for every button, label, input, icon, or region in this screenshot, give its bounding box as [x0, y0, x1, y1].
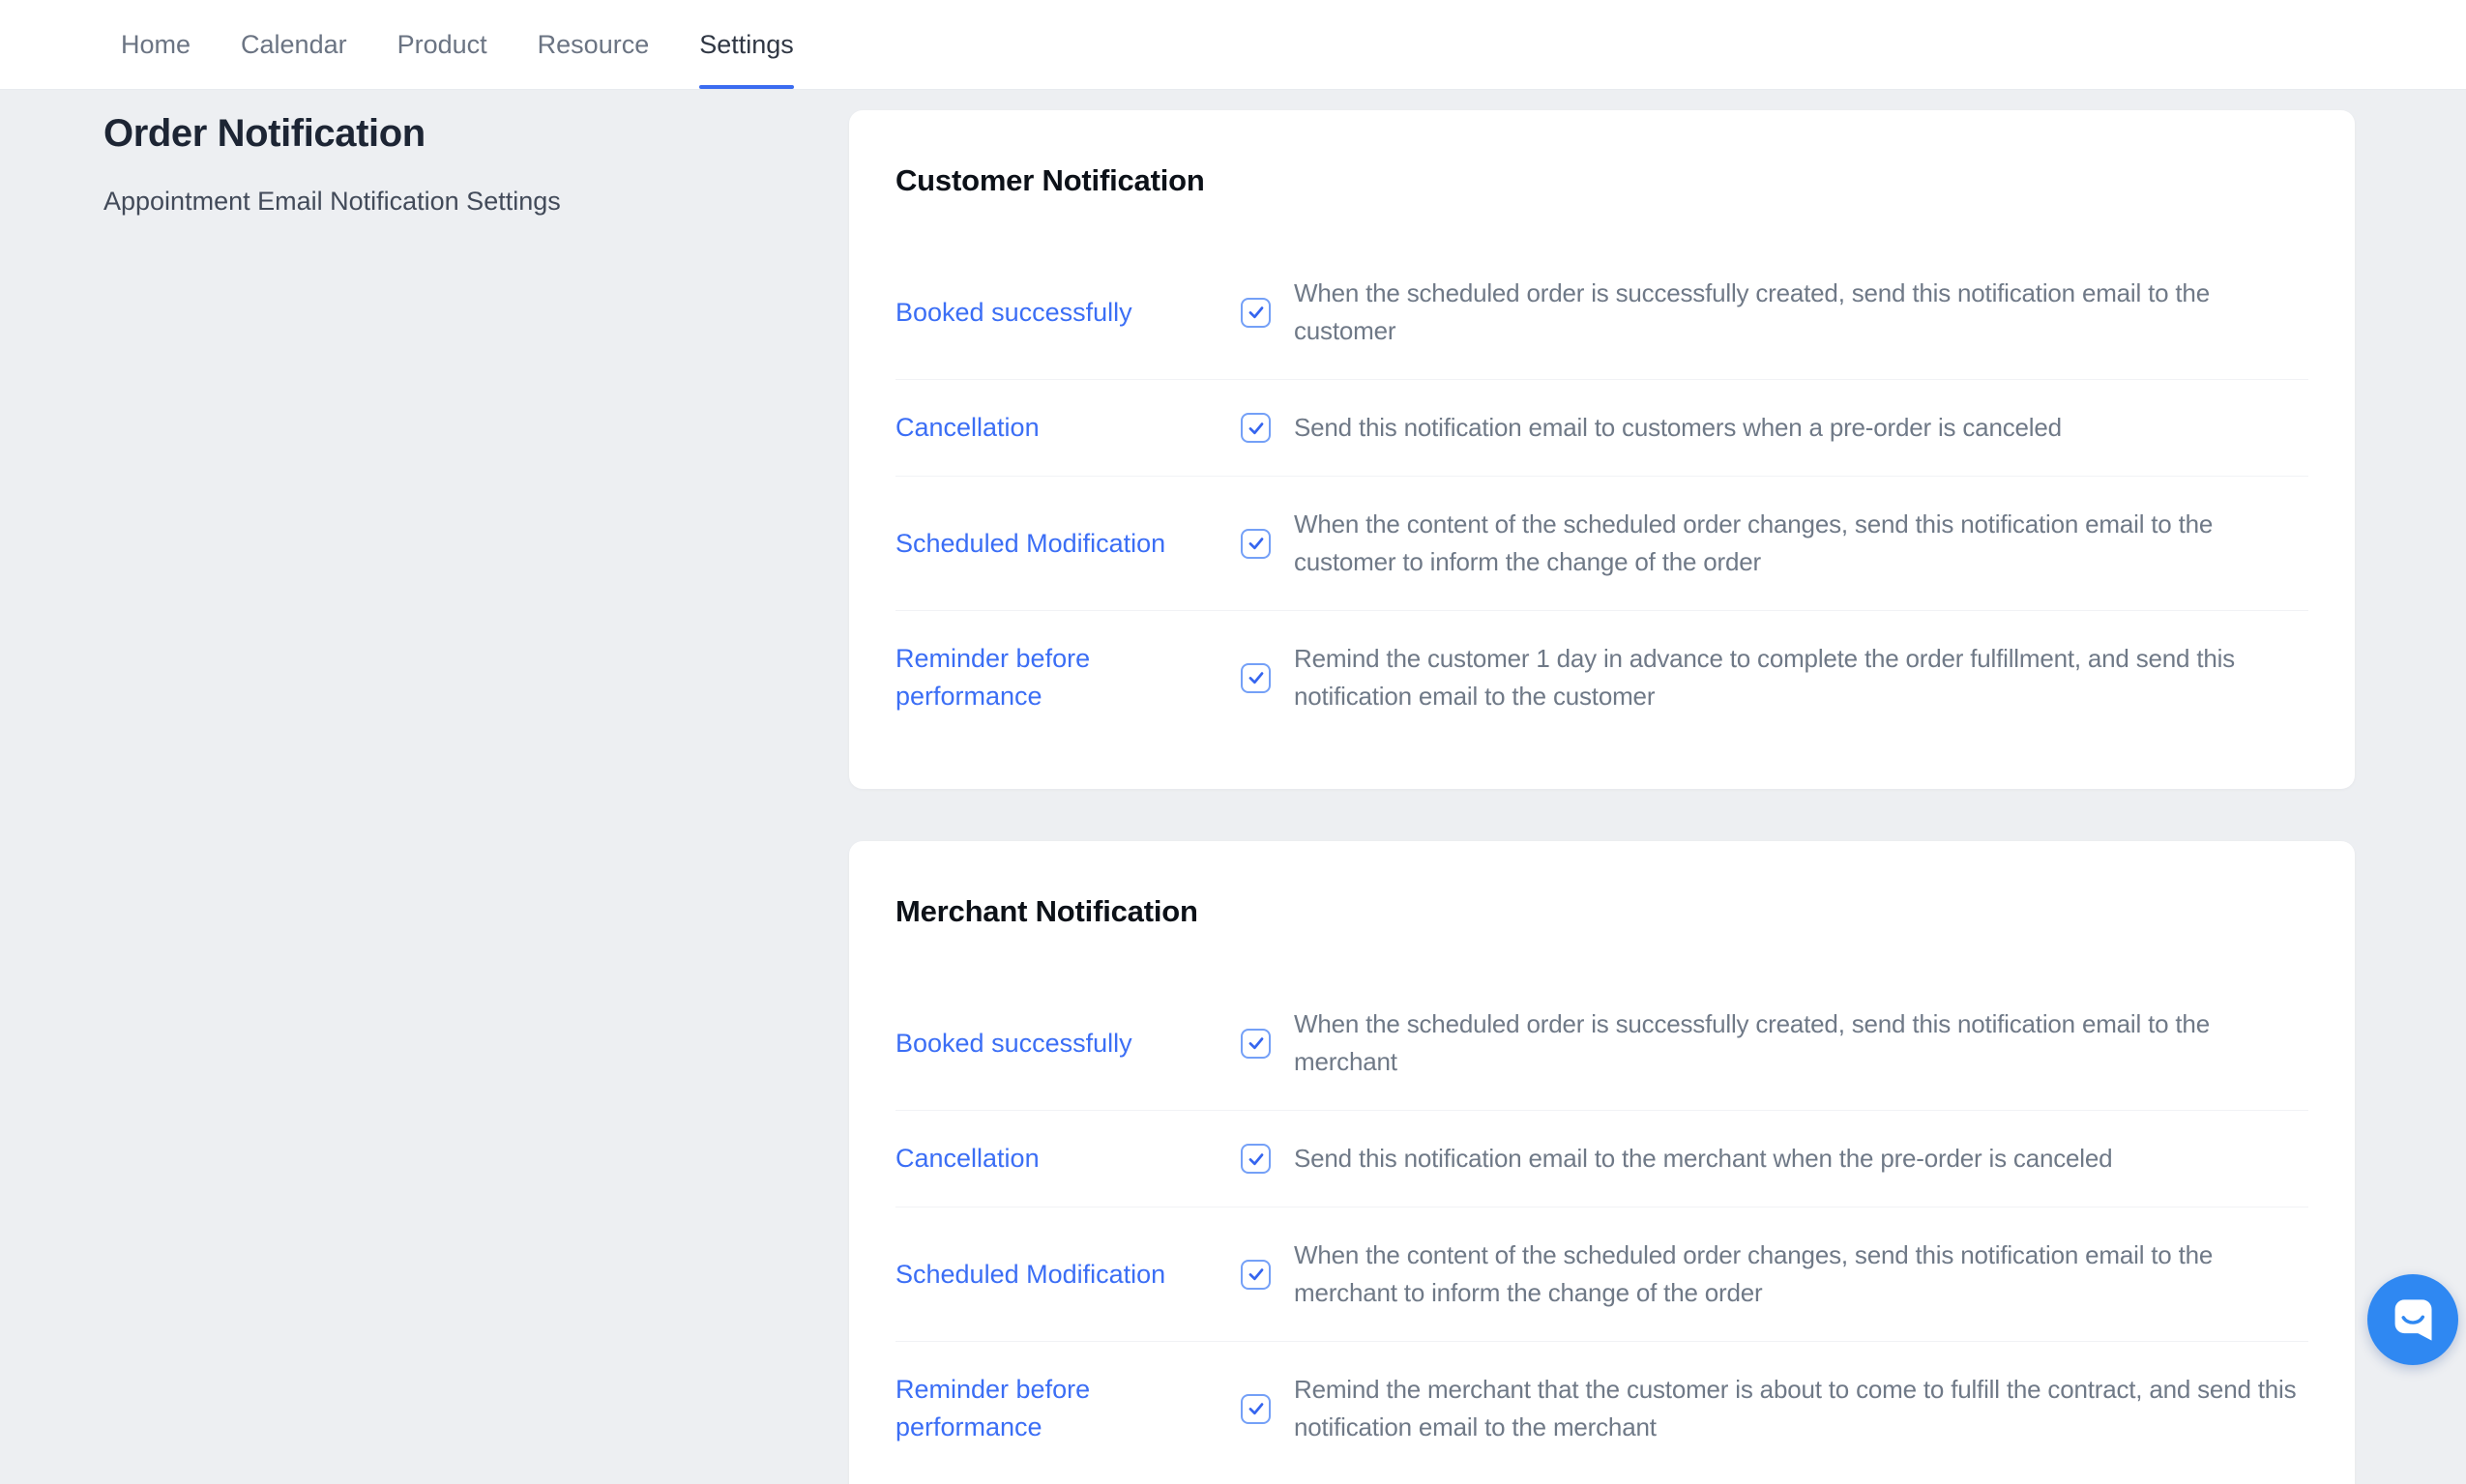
check-icon	[1245, 532, 1268, 555]
page-subtitle: Appointment Email Notification Settings	[103, 185, 849, 218]
check-icon	[1245, 666, 1268, 689]
check-icon	[1245, 1032, 1268, 1055]
row-label-link[interactable]: Cancellation	[895, 1140, 1215, 1178]
page-intro: Order Notification Appointment Email Not…	[0, 90, 849, 218]
chat-launcher-button[interactable]	[2367, 1274, 2458, 1365]
row-description: Send this notification email to the merc…	[1294, 1140, 2308, 1178]
row-checkbox[interactable]	[1241, 529, 1271, 559]
nav-tab-settings[interactable]: Settings	[699, 0, 794, 89]
merchant-notification-title: Merchant Notification	[895, 893, 2308, 930]
row-description: When the scheduled order is successfully…	[1294, 275, 2308, 350]
row-checkbox[interactable]	[1241, 413, 1271, 443]
notification-row-cancellation: Cancellation Send this notification emai…	[895, 379, 2308, 476]
row-label-link[interactable]: Scheduled Modification	[895, 525, 1215, 563]
notification-row-booked-successfully: Booked successfully When the scheduled o…	[895, 246, 2308, 379]
row-description: Remind the customer 1 day in advance to …	[1294, 640, 2308, 715]
check-icon	[1245, 1148, 1268, 1171]
row-checkbox[interactable]	[1241, 1260, 1271, 1290]
row-checkbox[interactable]	[1241, 1144, 1271, 1174]
notification-row-reminder-before-performance: Reminder before performance Remind the c…	[895, 610, 2308, 744]
nav-tab-calendar[interactable]: Calendar	[241, 0, 347, 89]
notification-row-reminder-before-performance: Reminder before performance Remind the m…	[895, 1341, 2308, 1475]
customer-notification-card: Customer Notification Booked successfull…	[849, 110, 2355, 789]
notification-row-scheduled-modification: Scheduled Modification When the content …	[895, 1207, 2308, 1341]
page-title: Order Notification	[103, 110, 849, 157]
notification-row-cancellation: Cancellation Send this notification emai…	[895, 1110, 2308, 1207]
row-checkbox[interactable]	[1241, 298, 1271, 328]
main-area: Order Notification Appointment Email Not…	[0, 90, 2466, 1484]
nav-tab-resource[interactable]: Resource	[538, 0, 650, 89]
chat-bubble-smile-icon	[2388, 1295, 2438, 1345]
row-checkbox[interactable]	[1241, 1029, 1271, 1059]
check-icon	[1245, 1397, 1268, 1420]
nav-tab-product[interactable]: Product	[397, 0, 487, 89]
row-label-link[interactable]: Cancellation	[895, 409, 1215, 447]
row-label-link[interactable]: Reminder before performance	[895, 1371, 1215, 1446]
row-description: When the scheduled order is successfully…	[1294, 1005, 2308, 1081]
check-icon	[1245, 1263, 1268, 1286]
merchant-notification-card: Merchant Notification Booked successfull…	[849, 841, 2355, 1484]
merchant-notification-rows: Booked successfully When the scheduled o…	[895, 976, 2308, 1475]
check-icon	[1245, 417, 1268, 440]
row-checkbox[interactable]	[1241, 1394, 1271, 1424]
notification-row-booked-successfully: Booked successfully When the scheduled o…	[895, 976, 2308, 1110]
row-label-link[interactable]: Scheduled Modification	[895, 1256, 1215, 1294]
row-label-link[interactable]: Booked successfully	[895, 294, 1215, 332]
customer-notification-rows: Booked successfully When the scheduled o…	[895, 246, 2308, 744]
row-checkbox[interactable]	[1241, 663, 1271, 693]
row-description: When the content of the scheduled order …	[1294, 506, 2308, 581]
customer-notification-title: Customer Notification	[895, 162, 2308, 199]
row-description: Remind the merchant that the customer is…	[1294, 1371, 2308, 1446]
row-description: When the content of the scheduled order …	[1294, 1237, 2308, 1312]
row-label-link[interactable]: Booked successfully	[895, 1025, 1215, 1062]
notification-row-scheduled-modification: Scheduled Modification When the content …	[895, 476, 2308, 610]
settings-content: Customer Notification Booked successfull…	[849, 90, 2355, 1484]
top-navigation: Home Calendar Product Resource Settings	[0, 0, 2466, 90]
nav-tab-home[interactable]: Home	[121, 0, 191, 89]
check-icon	[1245, 301, 1268, 324]
row-description: Send this notification email to customer…	[1294, 409, 2308, 447]
row-label-link[interactable]: Reminder before performance	[895, 640, 1215, 715]
